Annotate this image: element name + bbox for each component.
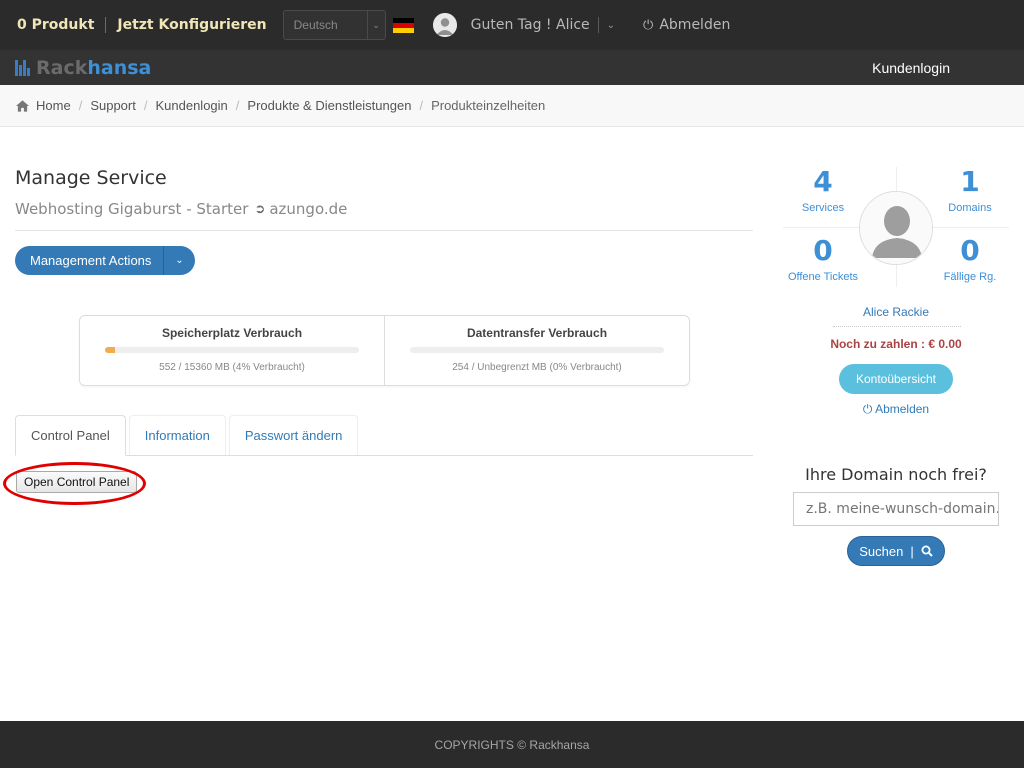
- tab-control-panel[interactable]: Control Panel: [15, 415, 126, 456]
- footer: COPYRIGHTS © Rackhansa: [0, 721, 1024, 768]
- user-name[interactable]: Alice Rackie: [783, 305, 1009, 319]
- breadcrumb-separator: /: [419, 98, 424, 113]
- stat-tickets-value: 0: [813, 234, 833, 267]
- stat-invoices-value: 0: [960, 234, 980, 267]
- bandwidth-usage-caption: 254 / Unbegrenzt MB (0% Verbraucht): [452, 362, 622, 373]
- breadcrumb-home[interactable]: Home: [36, 98, 71, 113]
- language-select-value: Deutsch: [293, 18, 338, 32]
- brand-logo[interactable]: Rack hansa: [15, 57, 151, 79]
- stat-services-value: 4: [813, 165, 833, 198]
- divider: [833, 326, 961, 327]
- tab-change-password[interactable]: Passwort ändern: [228, 415, 359, 455]
- greeting-menu[interactable]: Guten Tag ! Alice: [471, 17, 590, 33]
- cart-link[interactable]: 0 Produkt: [17, 17, 94, 33]
- breadcrumb-separator: /: [78, 98, 83, 113]
- disk-usage-bar-fill: [105, 347, 116, 353]
- chevron-down-icon[interactable]: ⌄: [607, 20, 615, 31]
- stat-domains-label: Domains: [948, 202, 992, 214]
- bandwidth-usage-bar: [410, 347, 664, 353]
- logo-bars-icon: [15, 59, 30, 76]
- user-avatar[interactable]: [432, 13, 457, 37]
- account-overview-button[interactable]: Kontoübersicht: [839, 364, 953, 394]
- breadcrumb-separator: /: [143, 98, 148, 113]
- logo-text-rack: Rack: [36, 56, 88, 79]
- annotation-highlight-oval: [3, 462, 146, 505]
- nav-link-kundenlogin[interactable]: Kundenlogin: [872, 50, 950, 85]
- breadcrumb-support[interactable]: Support: [90, 98, 136, 113]
- stat-due-invoices[interactable]: 0 Fällige Rg.: [930, 234, 1010, 283]
- power-icon: ⏻: [643, 17, 654, 33]
- chevron-down-icon[interactable]: ⌄: [163, 246, 195, 275]
- logout-label: Abmelden: [659, 17, 731, 33]
- stat-invoices-label: Fällige Rg.: [943, 271, 997, 283]
- user-silhouette-icon: [860, 192, 932, 264]
- german-flag-icon[interactable]: [392, 17, 414, 33]
- management-actions-button[interactable]: Management Actions ⌄: [15, 246, 195, 275]
- divider: [105, 17, 107, 33]
- search-button-label: Suchen: [859, 543, 904, 559]
- stat-open-tickets[interactable]: 0 Offene Tickets: [783, 234, 863, 283]
- copyright-text: COPYRIGHTS © Rackhansa: [434, 737, 590, 752]
- breadcrumb-products[interactable]: Produkte & Dienstleistungen: [247, 98, 411, 113]
- logout-link[interactable]: ⏻ Abmelden: [643, 17, 730, 33]
- power-icon: ⏻: [862, 402, 873, 416]
- service-subtitle: Webhosting Gigaburst - Starter ➲ azungo.…: [15, 200, 347, 218]
- domain-search-input[interactable]: [793, 492, 999, 526]
- domain-search-title: Ihre Domain noch frei?: [805, 465, 987, 484]
- bandwidth-usage-title: Datentransfer Verbrauch: [466, 326, 608, 340]
- sidebar-logout-label: Abmelden: [875, 402, 930, 416]
- disk-usage-title: Speicherplatz Verbrauch: [161, 326, 303, 340]
- profile-avatar: [859, 191, 933, 265]
- home-icon: [16, 99, 29, 112]
- service-tabs: Control Panel Information Passwort änder…: [15, 415, 753, 456]
- product-name: Webhosting Gigaburst - Starter: [15, 200, 249, 218]
- language-select[interactable]: Deutsch ⌄: [282, 10, 386, 40]
- service-domain: azungo.de: [269, 200, 348, 218]
- divider: [15, 230, 753, 231]
- tab-information[interactable]: Information: [128, 415, 226, 455]
- chevron-down-icon: ⌄: [366, 11, 385, 39]
- management-actions-label: Management Actions: [30, 253, 152, 268]
- breadcrumb: Home / Support / Kundenlogin / Produkte …: [0, 85, 1024, 127]
- disk-usage-bar: [105, 347, 359, 353]
- domain-search-button[interactable]: Suchen |: [847, 536, 945, 566]
- page-title: Manage Service: [15, 167, 167, 189]
- logo-text-hansa: hansa: [87, 56, 152, 79]
- divider: |: [910, 543, 914, 559]
- disk-usage-caption: 552 / 15360 MB (4% Verbraucht): [159, 362, 305, 373]
- breadcrumb-separator: /: [235, 98, 240, 113]
- amount-due: Noch zu zahlen : € 0.00: [830, 337, 962, 351]
- top-bar: 0 Produkt Jetzt Konfigurieren Deutsch ⌄ …: [0, 0, 1024, 50]
- breadcrumb-current: Produkteinzelheiten: [431, 98, 546, 113]
- stat-tickets-label: Offene Tickets: [787, 271, 859, 283]
- breadcrumb-kundenlogin[interactable]: Kundenlogin: [155, 98, 227, 113]
- sidebar-logout-link[interactable]: ⏻ Abmelden: [783, 402, 1009, 417]
- stat-domains-value: 1: [960, 165, 980, 198]
- disk-usage: Speicherplatz Verbrauch 552 / 15360 MB (…: [80, 316, 384, 385]
- configure-link[interactable]: Jetzt Konfigurieren: [117, 17, 266, 33]
- usage-panel: Speicherplatz Verbrauch 552 / 15360 MB (…: [79, 315, 690, 386]
- nav-bar: Rack hansa Kundenlogin: [0, 50, 1024, 85]
- arrow-circle-right-icon: ➲: [254, 201, 266, 217]
- search-icon: [921, 545, 933, 557]
- stat-domains[interactable]: 1 Domains: [930, 165, 1010, 214]
- stat-services[interactable]: 4 Services: [783, 165, 863, 214]
- user-silhouette-icon: [432, 13, 457, 37]
- stat-services-label: Services: [801, 202, 845, 214]
- divider: [597, 17, 599, 33]
- bandwidth-usage: Datentransfer Verbrauch 254 / Unbegrenzt…: [384, 316, 689, 385]
